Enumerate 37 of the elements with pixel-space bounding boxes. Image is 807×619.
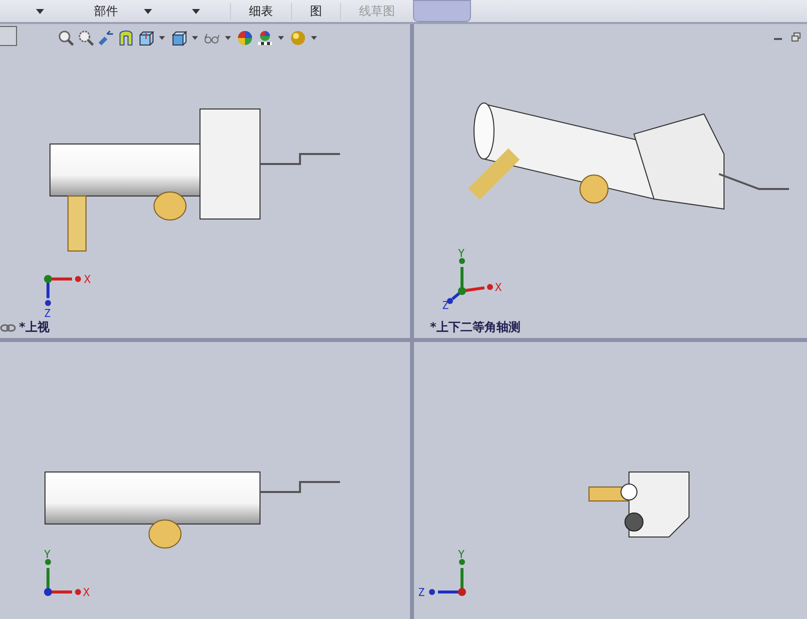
ribbon-button[interactable]: 部件 — [94, 2, 118, 20]
caret-icon[interactable] — [159, 36, 165, 40]
restore-icon[interactable] — [791, 32, 801, 42]
axis-label: X — [83, 586, 90, 599]
shaded-cube-icon[interactable] — [171, 30, 187, 46]
caret-icon[interactable] — [278, 36, 284, 40]
axis-triad-icon — [447, 258, 493, 304]
view-label: *上下二等角轴测 — [430, 319, 520, 336]
axis-triad-icon — [44, 275, 81, 306]
caret-icon[interactable] — [144, 8, 152, 14]
zoom-to-fit-icon[interactable] — [58, 30, 74, 46]
axis-label: Z — [418, 586, 425, 599]
axis-triad-icon — [44, 559, 81, 596]
previous-view-icon[interactable] — [98, 30, 114, 46]
ribbon-button[interactable]: 细表 — [230, 2, 291, 20]
axis-triad-icon — [429, 559, 466, 596]
cube-icon[interactable] — [138, 30, 154, 46]
ribbon-button[interactable]: 图 — [291, 2, 340, 20]
caret-icon[interactable] — [225, 36, 231, 40]
link-icon — [0, 324, 16, 332]
appearance-icon[interactable] — [237, 30, 253, 46]
caret-icon[interactable] — [192, 8, 200, 14]
axis-label: Z — [442, 299, 449, 312]
axis-label: Z — [44, 307, 51, 320]
axis-label: X — [495, 281, 502, 294]
caret-icon[interactable] — [36, 8, 44, 14]
view-label: *上视 — [19, 319, 50, 336]
caret-icon[interactable] — [311, 36, 317, 40]
panel-tab[interactable] — [0, 26, 17, 46]
axis-label: X — [84, 273, 91, 286]
axis-label: Y — [458, 247, 465, 260]
scene-icon[interactable] — [257, 30, 273, 46]
axis-label: Y — [44, 548, 51, 561]
section-view-icon[interactable] — [118, 30, 134, 46]
axis-label: Y — [458, 548, 465, 561]
caret-icon[interactable] — [192, 36, 198, 40]
zoom-area-icon[interactable] — [78, 30, 94, 46]
